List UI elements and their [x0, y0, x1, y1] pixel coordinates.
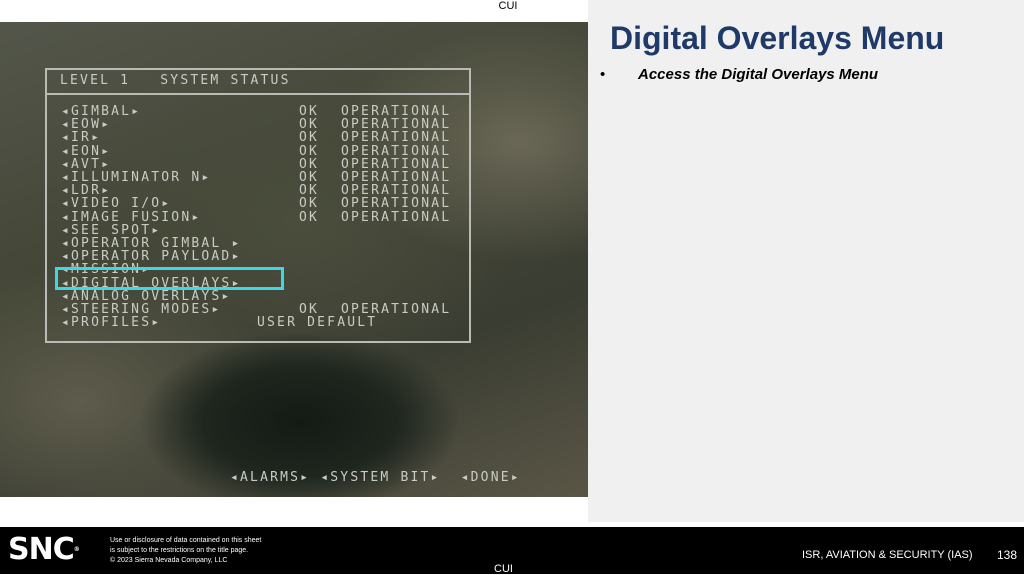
row-name: ◂EOW▸ — [61, 117, 112, 133]
footer: SNC® Use or disclosure of data contained… — [0, 527, 1024, 575]
row-ok: OK — [299, 183, 320, 199]
row-name: ◂ANALOG OVERLAYS▸ — [61, 288, 232, 304]
row-name: ◂GIMBAL▸ — [61, 104, 142, 119]
row-name: ◂OPERATOR GIMBAL ▸ — [61, 236, 242, 251]
row-status: OPERATIONAL — [341, 196, 452, 212]
bullet-icon: • — [600, 66, 606, 83]
row-name: ◂ILLUMINATOR N▸ — [61, 170, 212, 185]
row-name: ◂OPERATOR PAYLOAD▸ — [61, 249, 242, 265]
row-status: OPERATIONAL — [341, 104, 452, 119]
row-status: OPERATIONAL — [341, 156, 452, 172]
row-status: OPERATIONAL — [341, 170, 452, 185]
video-feed: LEVEL 1 SYSTEM STATUS ◂GIMBAL▸ OK OPERATIO… — [0, 22, 588, 497]
menu-row[interactable]: ◂GIMBAL▸ OK OPERATIONAL — [61, 105, 461, 118]
bullet-text: Access the Digital Overlays Menu — [638, 66, 879, 83]
bottom-buttons[interactable]: ◂ALARMS▸ ◂SYSTEM BIT▸ ◂DONE▸ — [230, 471, 521, 484]
slide-panel: Digital Overlays Menu • Access the Digit… — [588, 0, 1024, 522]
row-status: OPERATIONAL — [341, 117, 452, 133]
row-name: ◂IR▸ — [61, 130, 102, 146]
snc-logo: SNC® — [8, 532, 80, 567]
division-label: ISR, AVIATION & SECURITY (IAS) — [802, 549, 973, 561]
slide-title: Digital Overlays Menu — [610, 20, 945, 56]
menu-title: LEVEL 1 SYSTEM STATUS — [60, 73, 291, 88]
system-status-menu: LEVEL 1 SYSTEM STATUS ◂GIMBAL▸ OK OPERATIO… — [45, 68, 471, 343]
row-name: ◂VIDEO I/O▸ — [61, 196, 172, 212]
row-name: ◂PROFILES▸ — [61, 315, 162, 331]
menu-row[interactable]: ◂EOW▸ OK OPERATIONAL — [61, 118, 461, 131]
digital-overlays-highlight — [55, 267, 284, 290]
menu-row[interactable]: ◂IR▸ OK OPERATIONAL — [61, 131, 461, 144]
menu-row[interactable]: ◂LDR▸ OK OPERATIONAL — [61, 184, 461, 197]
menu-row[interactable]: ◂OPERATOR PAYLOAD▸ — [61, 250, 461, 263]
row-status: OPERATIONAL — [341, 302, 452, 317]
row-status: OPERATIONAL — [341, 143, 452, 159]
row-ok: OK — [299, 143, 320, 159]
menu-row[interactable]: ◂VIDEO I/O▸ OK OPERATIONAL — [61, 197, 461, 210]
row-name: ◂LDR▸ — [61, 183, 112, 199]
menu-row[interactable]: ◂STEERING MODES▸ OK OPERATIONAL — [61, 303, 461, 316]
menu-row[interactable]: ◂EON▸ OK OPERATIONAL — [61, 145, 461, 158]
row-name: ◂STEERING MODES▸ — [61, 302, 222, 317]
row-ok: OK — [299, 209, 320, 225]
row-status: OPERATIONAL — [341, 209, 452, 225]
classification-bottom: CUI — [494, 563, 513, 575]
menu-header: LEVEL 1 SYSTEM STATUS — [47, 70, 469, 95]
row-name: ◂AVT▸ — [61, 156, 112, 172]
row-status: OPERATIONAL — [341, 183, 452, 199]
menu-row[interactable]: ◂SEE SPOT▸ — [61, 224, 461, 237]
row-ok: OK — [299, 302, 320, 317]
menu-row[interactable]: ◂OPERATOR GIMBAL ▸ — [61, 237, 461, 250]
menu-row[interactable]: ◂ANALOG OVERLAYS▸ — [61, 290, 461, 303]
classification-top: CUI — [498, 0, 518, 12]
menu-row[interactable]: ◂IMAGE FUSION▸ OK OPERATIONAL — [61, 211, 461, 224]
menu-row[interactable]: ◂ILLUMINATOR N▸ OK OPERATIONAL — [61, 171, 461, 184]
row-name: ◂IMAGE FUSION▸ — [61, 209, 202, 225]
row-ok: OK — [299, 117, 320, 133]
row-ok: OK — [299, 130, 320, 146]
menu-row[interactable]: ◂PROFILES▸ USER DEFAULT — [61, 316, 461, 329]
menu-row[interactable]: ◂AVT▸ OK OPERATIONAL — [61, 158, 461, 171]
row-name: ◂SEE SPOT▸ — [61, 222, 162, 238]
row-ok: OK — [299, 196, 320, 212]
row-ok: OK — [299, 170, 320, 185]
row-ok: OK — [299, 104, 320, 119]
row-name: ◂EON▸ — [61, 143, 112, 159]
page-number: 138 — [997, 548, 1018, 562]
disclaimer: Use or disclosure of data contained on t… — [110, 537, 262, 564]
row-ok: OK — [299, 156, 320, 172]
row-profile-value: USER DEFAULT — [257, 315, 378, 331]
row-status: OPERATIONAL — [341, 130, 452, 146]
